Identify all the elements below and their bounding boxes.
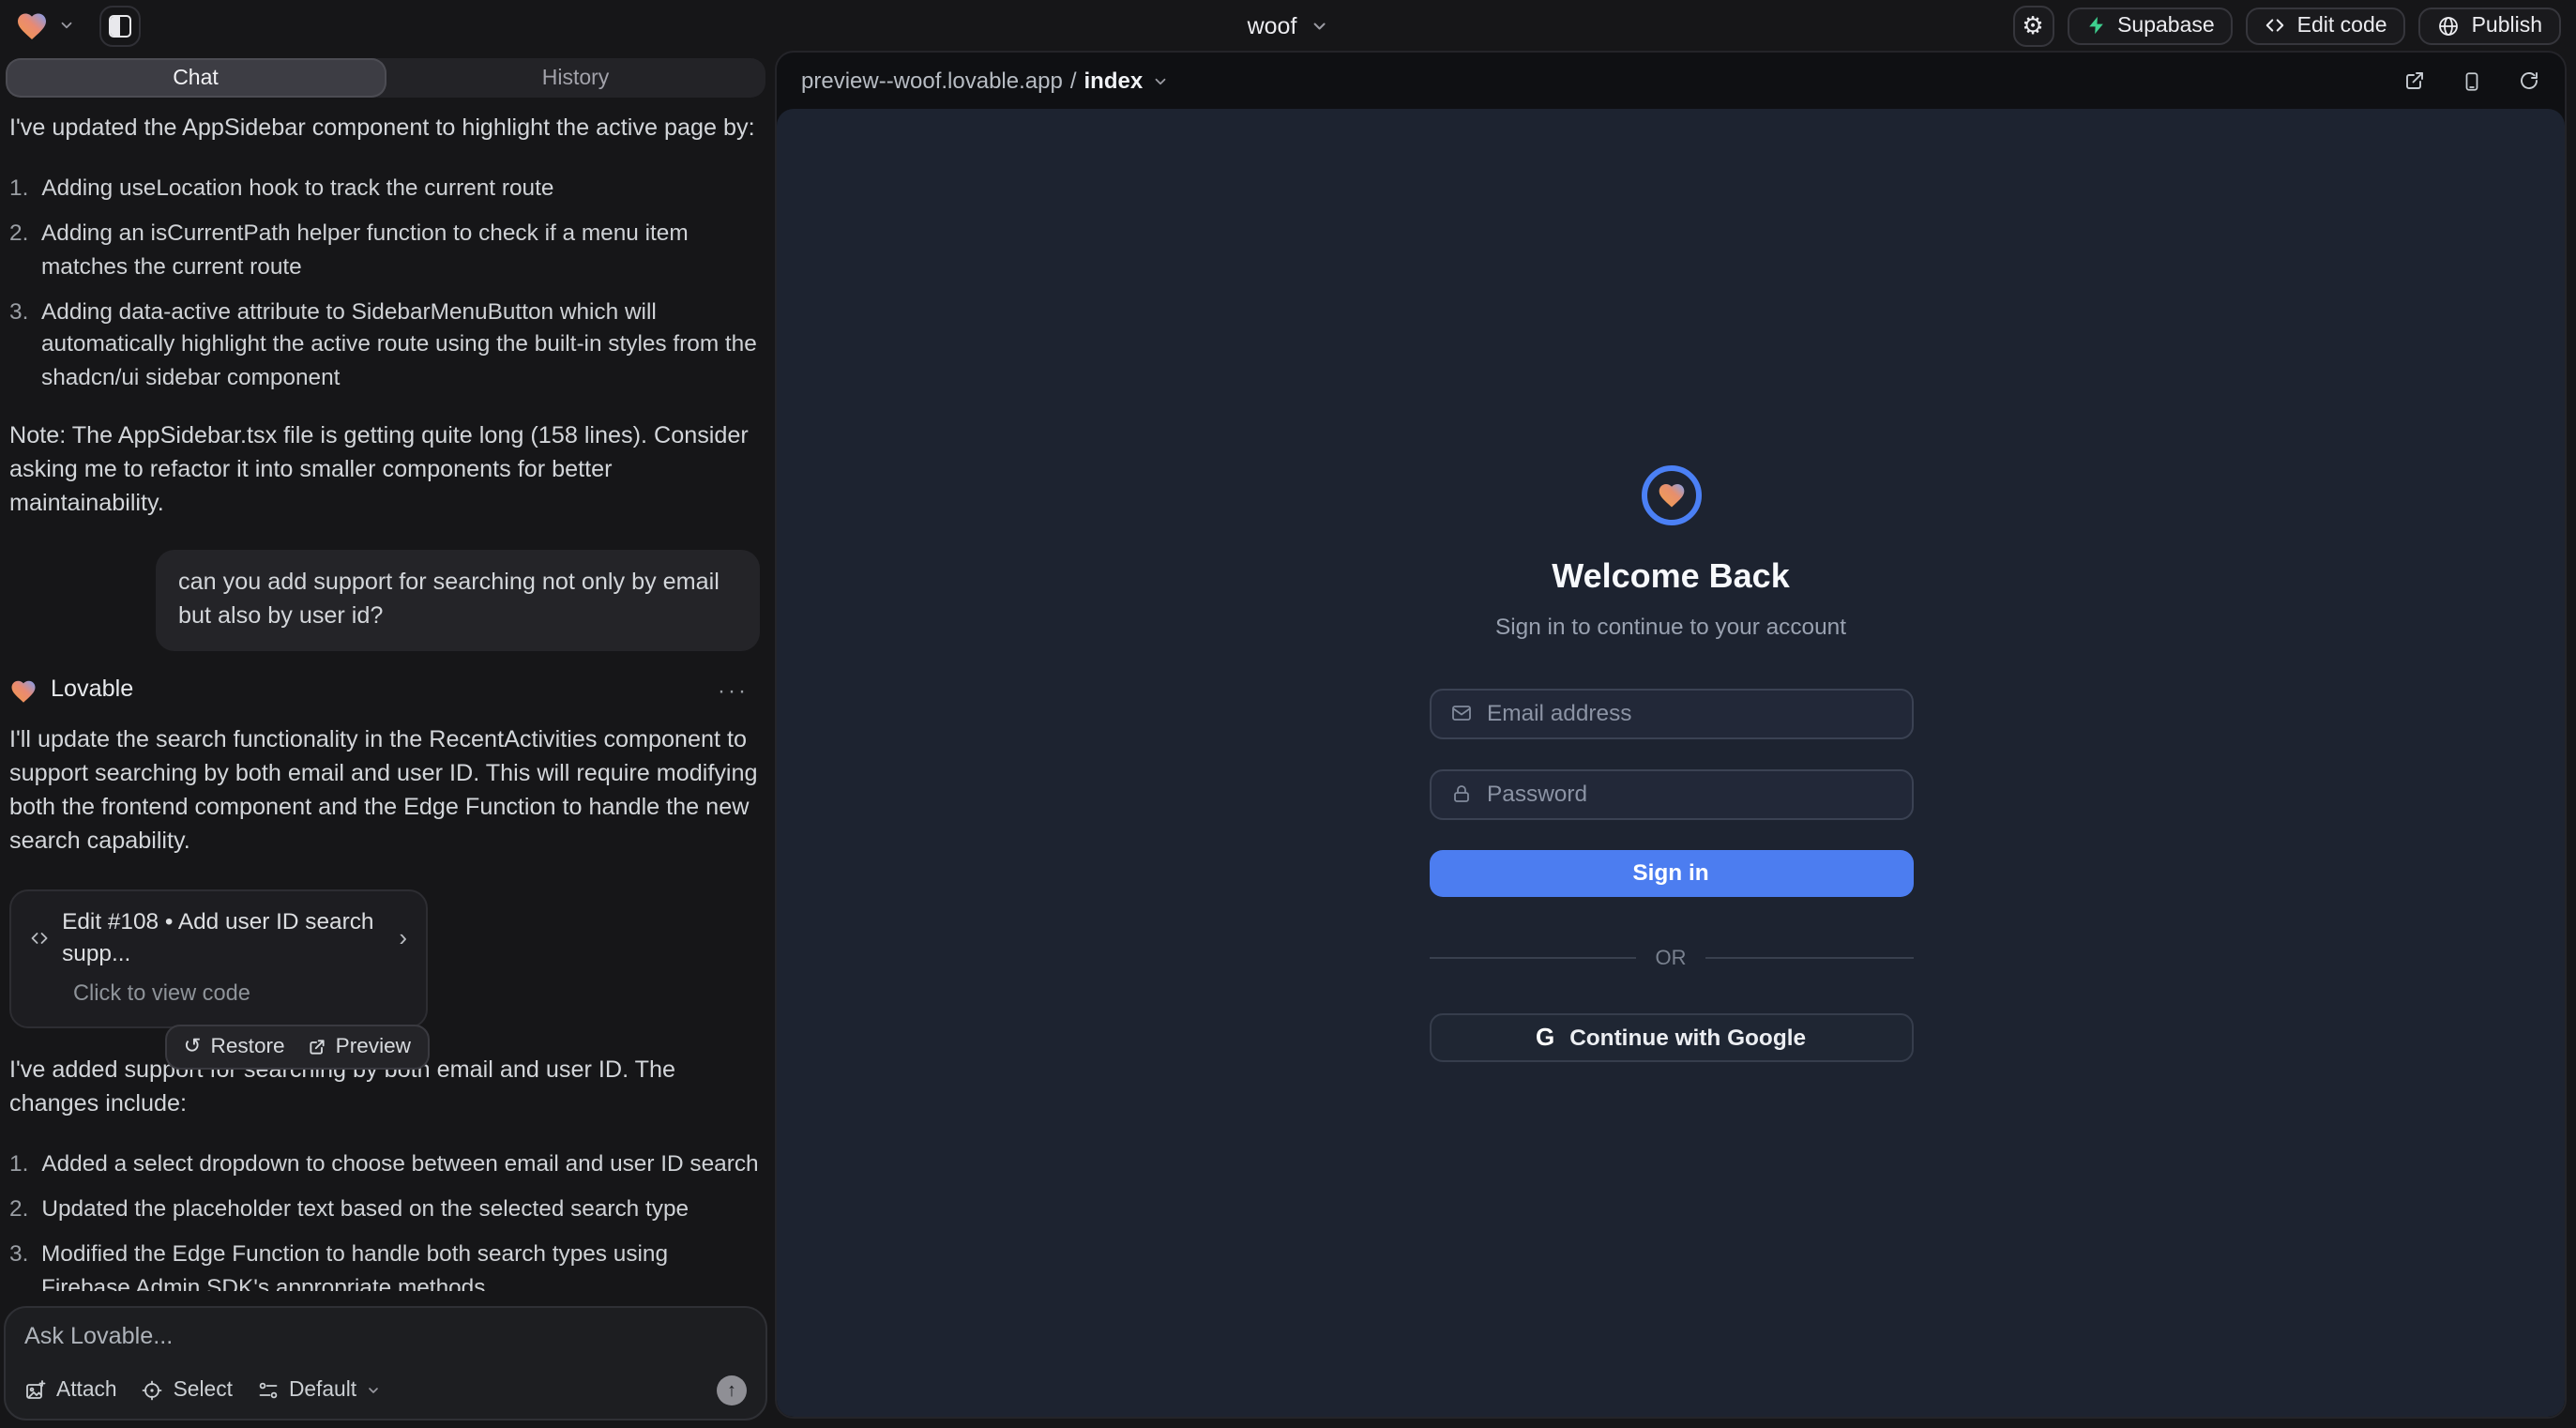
open-in-new-tab-icon[interactable] xyxy=(2403,69,2426,92)
assistant-numbered-list-2: Added a select dropdown to choose betwee… xyxy=(9,1148,760,1292)
chevron-right-icon: › xyxy=(399,920,407,955)
toggle-sidebar-button[interactable] xyxy=(99,5,141,46)
list-item: Adding data-active attribute to SidebarM… xyxy=(9,296,760,394)
lock-icon xyxy=(1449,782,1472,805)
project-switcher[interactable]: woof xyxy=(1248,12,1329,38)
chat-panel: Chat History I've updated the AppSidebar… xyxy=(0,51,775,1428)
top-bar: woof ⚙ Supabase Edit code xyxy=(0,0,2576,51)
preview-url[interactable]: preview--woof.lovable.app xyxy=(801,68,1063,94)
continue-with-google-button[interactable]: G Continue with Google xyxy=(1429,1012,1913,1061)
assistant-message-intro: I've updated the AppSidebar component to… xyxy=(9,113,760,146)
google-g-icon: G xyxy=(1536,1023,1554,1051)
edit-card-subtitle: Click to view code xyxy=(73,979,407,1010)
chevron-down-icon xyxy=(366,1383,381,1398)
sign-in-button[interactable]: Sign in xyxy=(1429,849,1913,896)
lovable-avatar-heart-icon xyxy=(9,676,38,705)
version-hover-toolbar: ↺ Restore Preview xyxy=(165,1025,430,1070)
edit-version-card[interactable]: Edit #108 • Add user ID search supp... ›… xyxy=(9,889,428,1028)
restore-icon: ↺ xyxy=(184,1032,202,1062)
refresh-icon[interactable] xyxy=(2518,69,2540,92)
page-chevron-down-icon[interactable] xyxy=(1152,72,1169,89)
send-arrow-icon: ↑ xyxy=(727,1380,736,1401)
app-logo-heart-icon xyxy=(1656,479,1686,509)
or-divider: OR xyxy=(1429,947,1913,969)
project-chevron-down-icon xyxy=(1310,16,1328,35)
code-icon xyxy=(30,927,49,949)
preview-url-bar: preview--woof.lovable.app / index xyxy=(777,53,2565,109)
list-item: Adding an isCurrentPath helper function … xyxy=(9,218,760,282)
password-field[interactable] xyxy=(1487,781,1892,807)
settings-button[interactable]: ⚙ xyxy=(2012,5,2053,46)
lovable-logo-heart-icon[interactable] xyxy=(15,8,49,42)
restore-button[interactable]: ↺ Restore xyxy=(184,1032,285,1062)
supabase-bolt-icon xyxy=(2085,15,2106,36)
preview-page-selector[interactable]: index xyxy=(1084,68,1144,94)
url-separator: / xyxy=(1070,68,1077,94)
supabase-label: Supabase xyxy=(2117,14,2215,37)
tab-history[interactable]: History xyxy=(386,58,765,98)
email-field[interactable] xyxy=(1487,700,1892,726)
chat-message-list[interactable]: I've updated the AppSidebar component to… xyxy=(4,98,767,1291)
crosshair-icon xyxy=(142,1379,164,1402)
publish-label: Publish xyxy=(2472,14,2542,37)
assistant-numbered-list: Adding useLocation hook to track the cur… xyxy=(9,173,760,394)
user-message-bubble: can you add support for searching not on… xyxy=(156,551,760,652)
edit-code-label: Edit code xyxy=(2297,14,2387,37)
tab-chat[interactable]: Chat xyxy=(6,58,386,98)
send-button[interactable]: ↑ xyxy=(717,1375,747,1405)
envelope-icon xyxy=(1449,702,1472,724)
select-element-button[interactable]: Select xyxy=(142,1379,233,1402)
preview-button[interactable]: Preview xyxy=(308,1032,411,1062)
google-label: Continue with Google xyxy=(1569,1024,1806,1050)
or-label: OR xyxy=(1656,947,1687,969)
sliders-icon xyxy=(257,1379,280,1402)
list-item: Adding useLocation hook to track the cur… xyxy=(9,173,760,205)
chat-composer: Attach Select xyxy=(4,1306,767,1420)
sidebar-panel-icon xyxy=(109,14,131,37)
chat-history-tabs: Chat History xyxy=(6,58,765,98)
assistant-name: Lovable xyxy=(51,674,133,707)
preview-viewport: Welcome Back Sign in to continue to your… xyxy=(777,109,2565,1417)
gear-icon: ⚙ xyxy=(2022,10,2043,40)
password-field-wrapper xyxy=(1429,768,1913,819)
list-item: Modified the Edge Function to handle bot… xyxy=(9,1239,760,1291)
edit-code-button[interactable]: Edit code xyxy=(2247,7,2406,44)
app-logo-ring xyxy=(1641,464,1701,524)
login-card: Welcome Back Sign in to continue to your… xyxy=(1429,464,1913,1061)
email-field-wrapper xyxy=(1429,688,1913,738)
external-link-icon xyxy=(308,1038,326,1056)
list-item: Added a select dropdown to choose betwee… xyxy=(9,1148,760,1181)
list-item: Updated the placeholder text based on th… xyxy=(9,1193,760,1226)
message-more-menu[interactable]: ··· xyxy=(718,675,749,706)
logo-chevron-down-icon[interactable] xyxy=(58,17,75,34)
supabase-button[interactable]: Supabase xyxy=(2067,7,2234,44)
assistant-message-intro-2: I'll update the search functionality in … xyxy=(9,724,760,858)
assistant-header: Lovable ··· xyxy=(9,674,760,707)
project-name: woof xyxy=(1248,12,1297,38)
app-window: woof ⚙ Supabase Edit code xyxy=(0,0,2576,1428)
globe-icon xyxy=(2438,14,2461,37)
assistant-note: Note: The AppSidebar.tsx file is getting… xyxy=(9,420,760,521)
publish-button[interactable]: Publish xyxy=(2419,7,2561,44)
attach-image-icon xyxy=(24,1379,47,1402)
model-selector[interactable]: Default xyxy=(257,1379,381,1402)
code-icon xyxy=(2265,15,2286,36)
preview-panel: preview--woof.lovable.app / index xyxy=(775,51,2567,1419)
chat-input[interactable] xyxy=(24,1323,747,1375)
login-subtitle: Sign in to continue to your account xyxy=(1495,613,1846,639)
attach-button[interactable]: Attach xyxy=(24,1379,117,1402)
mobile-view-icon[interactable] xyxy=(2462,68,2482,93)
login-title: Welcome Back xyxy=(1552,556,1789,596)
edit-card-title: Edit #108 • Add user ID search supp... xyxy=(62,905,386,970)
